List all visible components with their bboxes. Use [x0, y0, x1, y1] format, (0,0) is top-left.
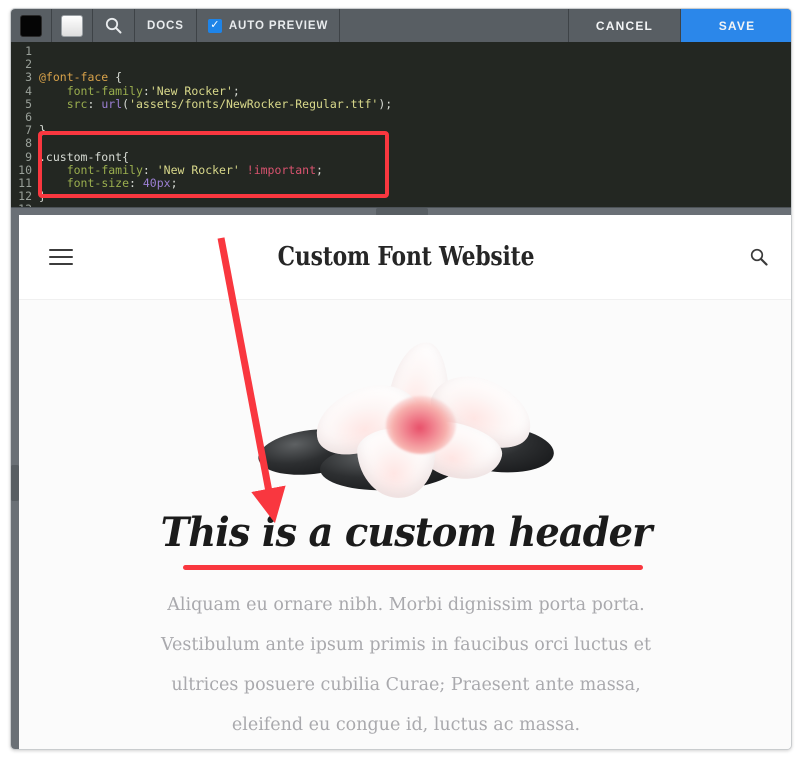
- search-icon: [105, 17, 122, 34]
- code-line[interactable]: 2: [11, 57, 791, 71]
- save-button[interactable]: SAVE: [681, 9, 791, 42]
- hero-flower-stones-image: [255, 318, 556, 503]
- code-text[interactable]: font-family: 'New Rocker' !important;: [39, 163, 323, 177]
- code-text[interactable]: @font-face {: [39, 70, 122, 84]
- code-line[interactable]: 6: [11, 110, 791, 124]
- vertical-splitter-handle[interactable]: [11, 465, 19, 501]
- live-preview-pane: Custom Font Website This is a custom hea…: [19, 215, 791, 749]
- code-text[interactable]: font-size: 40px;: [39, 176, 178, 190]
- auto-preview-toggle[interactable]: ✓ AUTO PREVIEW: [197, 9, 341, 42]
- toolbar-spacer: [340, 9, 569, 42]
- hamburger-bar: [49, 263, 73, 265]
- code-line[interactable]: 1: [11, 44, 791, 58]
- color-swatch-light-button[interactable]: [52, 9, 93, 42]
- hamburger-menu-icon[interactable]: [49, 249, 73, 265]
- light-color-swatch: [61, 14, 83, 37]
- code-line[interactable]: 12}: [11, 189, 791, 203]
- flower-center: [386, 396, 456, 454]
- cancel-button[interactable]: CANCEL: [569, 9, 681, 42]
- editor-window: DOCS ✓ AUTO PREVIEW CANCEL SAVE 1 2 3 @font…: [10, 8, 792, 750]
- code-lines[interactable]: 1 2 3 @font-face { 4 font-family:'New Rocker…: [11, 44, 791, 207]
- code-line[interactable]: 11 font-size: 40px;: [11, 176, 791, 190]
- red-underline-annotation: [183, 565, 643, 570]
- line-number: 5: [25, 96, 32, 111]
- code-text[interactable]: }: [39, 189, 46, 203]
- site-header: Custom Font Website: [19, 215, 791, 300]
- search-icon: [749, 248, 769, 271]
- line-number: 9: [25, 149, 32, 164]
- hamburger-bar: [49, 256, 73, 258]
- body-paragraph: Aliquam eu ornare nibh. Morbi dignissim …: [160, 595, 652, 735]
- auto-preview-checkbox[interactable]: ✓: [207, 18, 222, 33]
- vertical-splitter[interactable]: [11, 215, 19, 749]
- site-body: This is a custom header Aliquam eu ornar…: [19, 300, 791, 745]
- custom-header-section: This is a custom header: [19, 509, 791, 570]
- docs-button[interactable]: DOCS: [135, 9, 197, 42]
- code-line[interactable]: 7}: [11, 123, 791, 137]
- css-code-editor[interactable]: 1 2 3 @font-face { 4 font-family:'New Rocker…: [11, 42, 791, 207]
- line-number: 4: [25, 83, 32, 98]
- code-text[interactable]: src: url('assets/fonts/NewRocker-Regular…: [39, 97, 392, 111]
- hamburger-bar: [49, 249, 73, 251]
- line-number: 8: [25, 136, 32, 151]
- auto-preview-label: AUTO PREVIEW: [228, 19, 329, 32]
- toolbar-search-button[interactable]: [93, 9, 135, 42]
- horizontal-splitter[interactable]: [11, 207, 791, 216]
- site-search-button[interactable]: [749, 247, 769, 272]
- custom-font-heading: This is a custom header: [160, 509, 653, 556]
- color-swatch-dark-button[interactable]: [11, 9, 52, 42]
- editor-toolbar: DOCS ✓ AUTO PREVIEW CANCEL SAVE: [11, 9, 791, 42]
- code-text[interactable]: .custom-font{: [39, 150, 129, 164]
- line-number: 10: [18, 162, 32, 177]
- dark-color-swatch: [20, 14, 42, 37]
- docs-label: DOCS: [147, 19, 184, 32]
- code-text[interactable]: font-family:'New Rocker';: [39, 84, 240, 98]
- code-line[interactable]: 5 src: url('assets/fonts/NewRocker-Regul…: [11, 96, 791, 111]
- page-title: Custom Font Website: [277, 241, 535, 272]
- code-text[interactable]: }: [39, 123, 46, 137]
- line-number: 3: [25, 70, 32, 85]
